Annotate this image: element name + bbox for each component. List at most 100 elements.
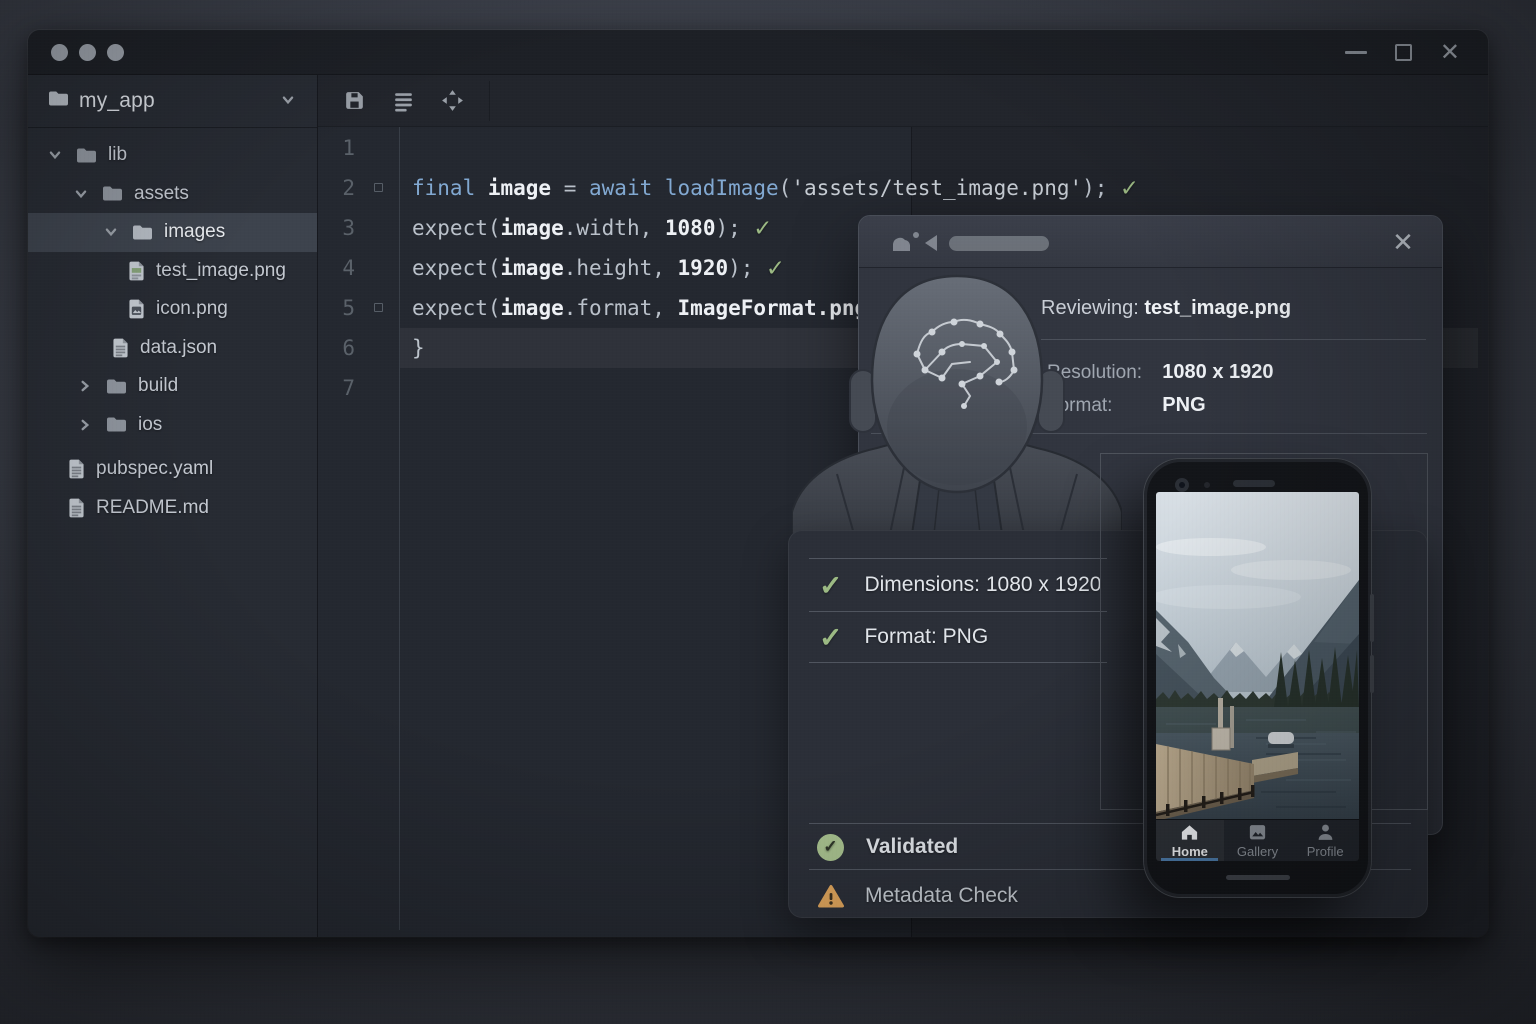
sidebar-item-ios[interactable]: ios (28, 406, 317, 445)
status-row-metadata-check: Metadata Check (817, 879, 1018, 913)
traffic-light-icon[interactable] (79, 44, 96, 61)
card-divider (809, 611, 1107, 612)
line-number: 4 (318, 256, 381, 280)
sidebar-item-assets[interactable]: assets (28, 175, 317, 214)
phone-mockup: Home Gallery Profile (1143, 458, 1372, 898)
chevron-right-icon[interactable] (78, 418, 94, 432)
robot-reviewer-illustration (792, 272, 1122, 534)
line-number: 2 (318, 176, 381, 200)
sidebar-item-build[interactable]: build (28, 367, 317, 406)
chevron-down-icon[interactable] (74, 187, 90, 201)
warning-triangle-icon (817, 884, 845, 909)
chevron-down-icon[interactable] (281, 89, 295, 113)
nav-tab-gallery[interactable]: Gallery (1224, 820, 1292, 861)
file-label: images (164, 221, 225, 243)
file-label: ios (138, 414, 162, 436)
file-tree: lib assets images test_image.png icon.png dat… (28, 136, 317, 527)
folder-icon (76, 147, 97, 164)
dialog-titlebar: ✕ (859, 216, 1442, 268)
align-lines-icon[interactable] (391, 88, 416, 113)
code-line-2[interactable]: 2final image = await loadImage('assets/t… (318, 168, 1488, 208)
sidebar-item-test-image-png[interactable]: test_image.png (28, 252, 317, 291)
phone-screen: Home Gallery Profile (1156, 492, 1359, 861)
check-label: Format: PNG (864, 625, 988, 649)
window-controls: ✕ (1345, 30, 1460, 75)
doc-file-icon (68, 498, 85, 518)
file-label: test_image.png (156, 260, 286, 282)
project-selector[interactable]: my_app (28, 75, 317, 128)
folder-icon (132, 224, 153, 241)
code-line-1[interactable]: 1 (318, 128, 1488, 168)
check-icon: ✓ (819, 621, 842, 654)
nav-tab-home[interactable]: Home (1156, 820, 1224, 861)
line-number: 7 (318, 376, 381, 400)
check-icon: ✓ (819, 569, 842, 602)
check-label: Dimensions: 1080 x 1920 (864, 573, 1101, 597)
chevron-right-icon[interactable] (78, 379, 94, 393)
resolution-value: 1080 x 1920 (1162, 361, 1273, 383)
status-label: Metadata Check (865, 884, 1018, 908)
pass-check-icon: ✓ (1121, 173, 1137, 203)
phone-nav-bar: Home Gallery Profile (1156, 819, 1359, 861)
traffic-lights (28, 44, 124, 61)
check-row-dimensions: ✓ Dimensions: 1080 x 1920 (819, 568, 1101, 602)
file-label: lib (108, 144, 127, 166)
sidebar-item-images[interactable]: images (28, 213, 317, 252)
file-label: README.md (96, 497, 209, 519)
card-divider (809, 662, 1107, 663)
traffic-light-icon[interactable] (107, 44, 124, 61)
sidebar-item-readme-md[interactable]: README.md (28, 489, 317, 528)
traffic-light-icon[interactable] (51, 44, 68, 61)
nav-tab-profile[interactable]: Profile (1291, 820, 1359, 861)
maximize-icon[interactable] (1395, 44, 1412, 61)
nav-label: Gallery (1237, 844, 1278, 859)
line-number: 3 (318, 216, 381, 240)
save-file-icon[interactable] (342, 88, 367, 113)
file-label: icon.png (156, 298, 228, 320)
chevron-down-icon[interactable] (48, 148, 64, 162)
phone-speaker-icon (1233, 480, 1275, 487)
sidebar-item-data-json[interactable]: data.json (28, 329, 317, 368)
file-label: pubspec.yaml (96, 458, 213, 480)
image-file-alt-icon (128, 299, 145, 319)
status-label: Validated (866, 835, 958, 859)
line-number: 1 (318, 136, 381, 160)
sidebar: my_app lib assets images test_image.pngicon… (28, 75, 318, 937)
phone-camera-icon (1175, 478, 1189, 492)
fold-marker-icon[interactable] (374, 183, 383, 192)
line-number: 5 (318, 296, 381, 320)
dialog-header-glyphs-icon (889, 227, 1059, 257)
check-row-format: ✓ Format: PNG (819, 620, 988, 654)
phone-volume-button (1370, 655, 1374, 693)
desktop-background: ✕ my_app lib assets images test_image.pngic… (0, 0, 1536, 1024)
sidebar-item-pubspec-yaml[interactable]: pubspec.yaml (28, 450, 317, 489)
phone-sensor-icon (1204, 482, 1210, 488)
editor-toolbar (318, 75, 1488, 127)
sidebar-item-icon-png[interactable]: icon.png (28, 290, 317, 329)
fold-marker-icon[interactable] (374, 303, 383, 312)
minimize-icon[interactable] (1345, 51, 1367, 54)
profile-icon (1315, 822, 1336, 842)
project-name: my_app (79, 89, 155, 113)
file-label: build (138, 375, 178, 397)
file-label: assets (134, 183, 189, 205)
doc-file-icon (112, 338, 129, 358)
sidebar-item-lib[interactable]: lib (28, 136, 317, 175)
code-text: expect(image.width, 1080); (381, 216, 741, 240)
folder-icon (48, 89, 69, 113)
chevron-down-icon[interactable] (104, 225, 120, 239)
line-number: 6 (318, 336, 381, 360)
folder-icon (106, 416, 127, 433)
nav-label: Profile (1307, 844, 1344, 859)
close-icon[interactable]: ✕ (1440, 41, 1460, 65)
toolbar-divider (489, 81, 490, 121)
code-text: expect(image.height, 1920); (381, 256, 753, 280)
home-indicator[interactable] (1226, 875, 1290, 880)
dialog-close-icon[interactable]: ✕ (1388, 227, 1418, 257)
folder-icon (106, 378, 127, 395)
image-file-icon (128, 261, 145, 281)
gallery-icon (1247, 823, 1268, 842)
move-pad-icon[interactable] (440, 88, 465, 113)
card-divider (809, 558, 1107, 559)
doc-file-icon (68, 459, 85, 479)
